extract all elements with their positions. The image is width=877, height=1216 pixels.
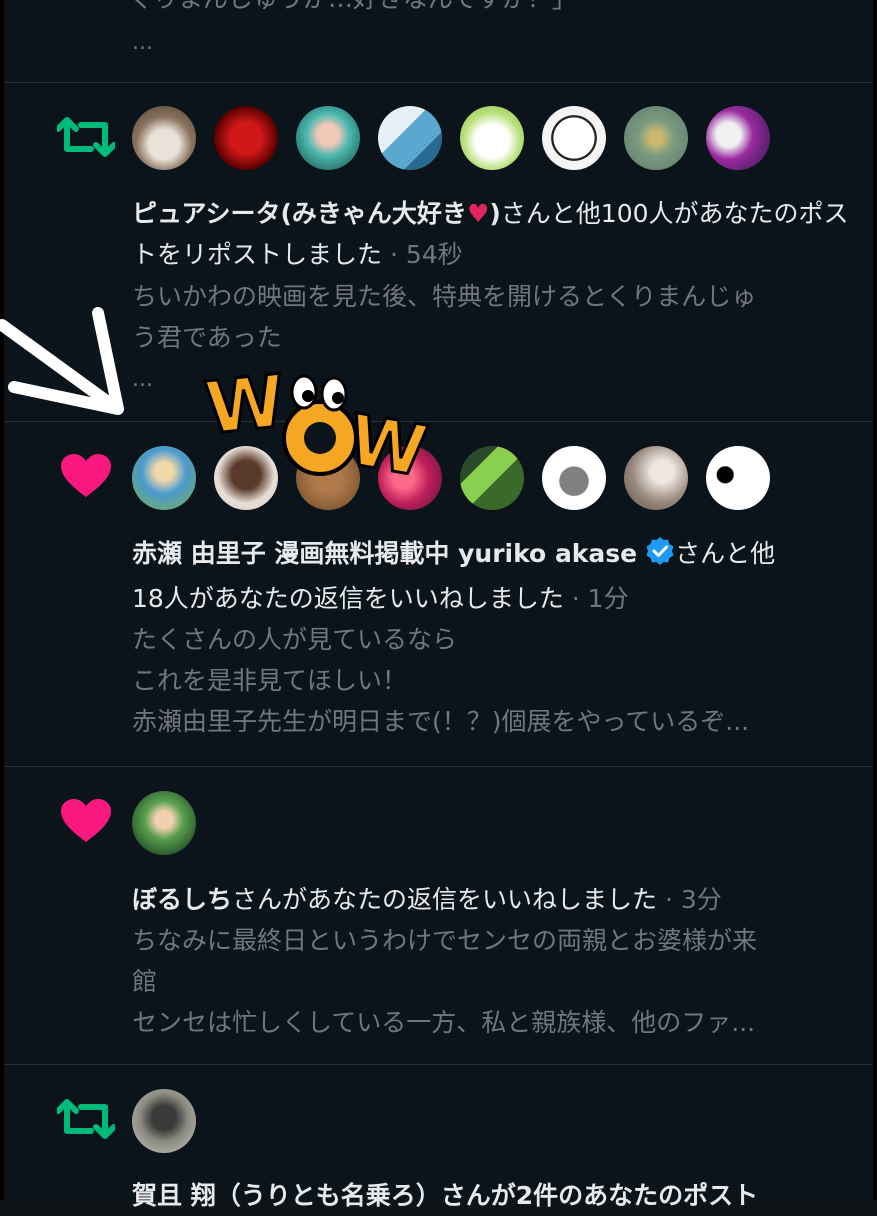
avatar-row: [132, 106, 770, 170]
post-preview-line: センセは忙しくしている一方、私と親族様、他のファ...: [132, 1008, 756, 1037]
notification-item-repost[interactable]: ピュアシータ(みきゃん大好き♥)さんと他100人があなたのポストをリポストしまし…: [4, 83, 873, 422]
user-name[interactable]: 赤瀬 由里子 漫画無料掲載中 yuriko akase: [132, 539, 637, 568]
avatar[interactable]: [624, 106, 688, 170]
avatar[interactable]: [132, 1089, 196, 1153]
more-ellipsis: ...: [132, 367, 153, 392]
post-preview: ちいかわの映画を見た後、特典を開けるとくりまんじゅ う君であった: [132, 276, 852, 358]
timestamp: · 1分: [571, 584, 629, 613]
user-name-close: ): [489, 199, 501, 228]
post-preview: たくさんの人が見ているなら これを是非見てほしい！ 赤瀬由里子先生が明日まで(！…: [132, 619, 852, 742]
notification-text: ぼるしちさんがあなたの返信をいいねしました · 3分: [132, 879, 852, 920]
heart-icon: [56, 446, 116, 506]
avatar[interactable]: [706, 106, 770, 170]
notification-text: ピュアシータ(みきゃん大好き♥)さんと他100人があなたのポストをリポストしまし…: [132, 193, 852, 275]
post-preview: ちなみに最終日というわけでセンセの両親とお婆様が来 館 センセは忙しくしている一…: [132, 920, 852, 1043]
avatar[interactable]: [542, 106, 606, 170]
avatar-row: [132, 791, 196, 855]
action-text: さんと他: [675, 539, 776, 568]
post-preview-line: う君であった: [132, 323, 282, 352]
avatar[interactable]: [214, 446, 278, 510]
avatar[interactable]: [378, 106, 442, 170]
user-name[interactable]: ピュアシータ(みきゃん大好き: [132, 199, 467, 228]
avatar[interactable]: [542, 446, 606, 510]
avatar[interactable]: [132, 446, 196, 510]
notification-item-like[interactable]: 赤瀬 由里子 漫画無料掲載中 yuriko akase さんと他 18人があなた…: [4, 422, 873, 767]
repost-icon: [56, 1089, 116, 1149]
avatar[interactable]: [214, 106, 278, 170]
action-text: 18人があなたの返信をいいねしました: [132, 584, 564, 613]
avatar[interactable]: [706, 446, 770, 510]
timestamp: · 54秒: [389, 240, 463, 269]
right-border: [873, 0, 877, 1200]
avatar[interactable]: [624, 446, 688, 510]
notification-text: 賀且 翔（うりとも名乗ろ）さんが2件のあなたのポスト: [132, 1181, 759, 1210]
heart-emoji-icon: ♥: [466, 199, 490, 228]
avatar[interactable]: [296, 446, 360, 510]
action-text: さんがあなたの返信をいいねしました: [232, 885, 658, 914]
post-preview-line: たくさんの人が見ているなら: [132, 625, 458, 654]
avatar[interactable]: [378, 446, 442, 510]
verified-badge-icon: [645, 536, 675, 578]
post-preview-line: 館: [132, 967, 158, 996]
notification-item-repost[interactable]: 賀且 翔（うりとも名乗ろ）さんが2件のあなたのポスト: [4, 1065, 873, 1210]
notification-item-partial-top[interactable]: くりまんじゅうが…好きなんですか！」 ...: [4, 0, 873, 83]
avatar[interactable]: [460, 106, 524, 170]
avatar-row: [132, 446, 770, 510]
post-preview-line: ちいかわの映画を見た後、特典を開けるとくりまんじゅ: [132, 282, 757, 311]
notification-feed: くりまんじゅうが…好きなんですか！」 ... ピュアシータ(みきゃん大好き♥)さ…: [0, 0, 877, 1210]
notification-text: 赤瀬 由里子 漫画無料掲載中 yuriko akase さんと他 18人があなた…: [132, 533, 852, 619]
user-name[interactable]: ぼるしち: [132, 885, 232, 914]
more-ellipsis: ...: [132, 30, 153, 55]
repost-icon: [56, 107, 116, 167]
notification-item-like[interactable]: ぼるしちさんがあなたの返信をいいねしました · 3分 ちなみに最終日というわけで…: [4, 767, 873, 1065]
avatar[interactable]: [296, 106, 360, 170]
post-preview-line: くりまんじゅうが…好きなんですか！」: [128, 0, 577, 19]
timestamp: · 3分: [664, 885, 722, 914]
avatar[interactable]: [460, 446, 524, 510]
post-preview-line: これを是非見てほしい！: [132, 666, 408, 695]
avatar-row: [132, 1089, 196, 1153]
avatar[interactable]: [132, 106, 196, 170]
heart-icon: [56, 791, 116, 851]
avatar[interactable]: [132, 791, 196, 855]
post-preview-line: ちなみに最終日というわけでセンセの両親とお婆様が来: [132, 926, 758, 955]
post-preview-line: 赤瀬由里子先生が明日まで(！？)個展をやっているぞ...: [132, 707, 750, 736]
